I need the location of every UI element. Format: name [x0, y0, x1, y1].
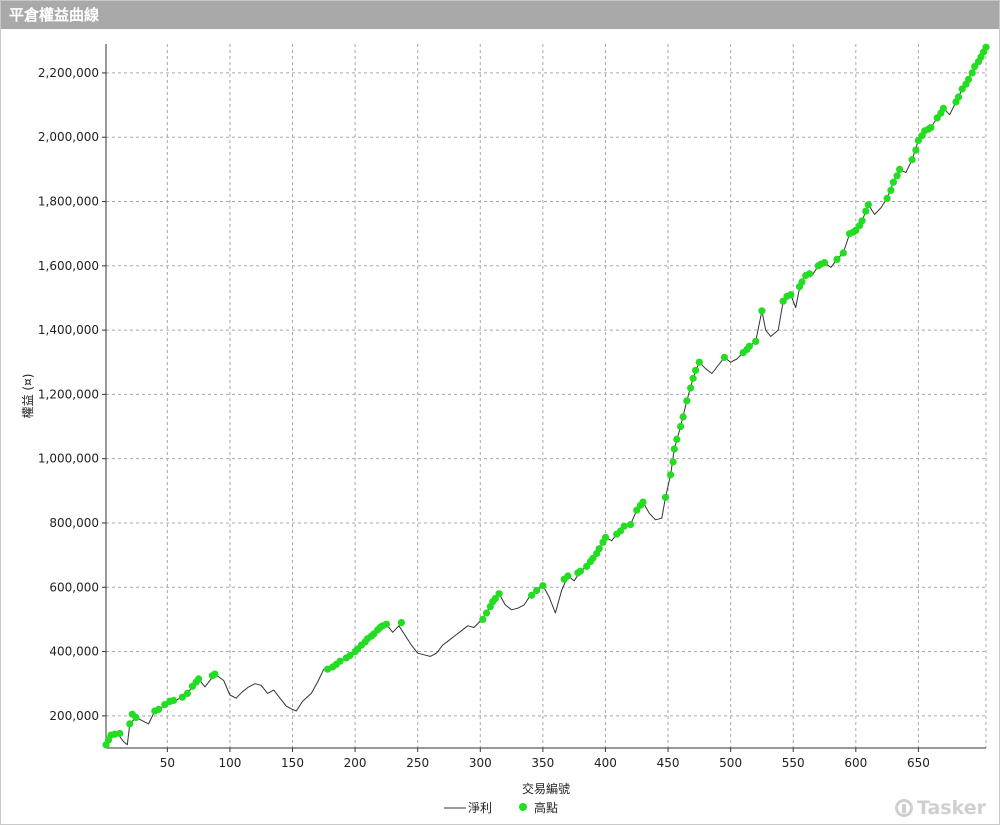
high-point-marker: [126, 720, 134, 728]
high-point-marker: [132, 713, 140, 722]
high-point-marker: [893, 172, 901, 180]
y-tick-label: 600,000: [49, 580, 99, 594]
high-point-marker: [661, 493, 670, 501]
high-point-marker: [820, 259, 829, 267]
high-point-marker: [670, 445, 678, 453]
high-point-marker: [695, 358, 703, 366]
high-point-marker: [679, 413, 687, 421]
high-point-marker: [626, 521, 635, 529]
high-point-marker: [155, 705, 163, 714]
x-tick-label: 600: [844, 756, 867, 770]
x-tick-label: 550: [782, 756, 805, 770]
high-point-marker: [896, 165, 904, 173]
high-point-marker: [862, 207, 870, 215]
grid: [106, 44, 987, 748]
high-point-marker: [170, 696, 178, 705]
high-point-marker: [595, 545, 603, 553]
high-point-marker: [745, 342, 754, 350]
plot-area: [106, 44, 986, 748]
high-point-marker: [673, 435, 681, 443]
high-point-marker: [752, 337, 760, 345]
high-point-marker: [564, 572, 572, 580]
high-point-marker: [620, 522, 628, 530]
high-point-marker: [964, 75, 973, 83]
high-point-marker: [787, 291, 795, 299]
high-point-marker: [639, 498, 647, 506]
high-point-marker: [912, 146, 920, 154]
x-axis-label: 交易編號: [522, 781, 570, 796]
y-tick-label: 1,600,000: [38, 259, 99, 273]
high-point-marker: [982, 43, 990, 51]
x-tick-label: 150: [281, 756, 304, 770]
high-point-marker: [601, 533, 610, 542]
y-tick-label: 200,000: [49, 709, 99, 723]
high-point-marker: [183, 689, 191, 698]
x-tick-label: 250: [406, 756, 429, 770]
y-tick-label: 1,400,000: [38, 323, 99, 337]
high-point-marker: [954, 93, 963, 101]
x-tick-label: 350: [531, 756, 554, 770]
high-point-marker: [677, 422, 685, 431]
high-point-marker: [833, 255, 841, 263]
y-tick-label: 2,000,000: [38, 130, 99, 144]
high-point-marker: [839, 249, 847, 257]
tasker-logo-icon: [894, 799, 913, 817]
y-tick-label: 1,000,000: [38, 452, 99, 466]
x-tick-label: 500: [719, 756, 742, 770]
high-point-marker: [211, 670, 219, 678]
legend-dot-swatch: [519, 803, 527, 811]
high-point-marker: [382, 620, 390, 628]
watermark-text: Tasker: [916, 797, 986, 819]
high-point-marker: [968, 69, 976, 77]
high-point-marker: [116, 729, 124, 738]
high-point-marker: [887, 186, 895, 194]
high-point-marker: [758, 307, 766, 315]
x-tick-label: 450: [657, 756, 680, 770]
high-point-marker: [539, 582, 547, 590]
high-point-marker: [479, 615, 487, 624]
high-point-marker: [889, 178, 898, 186]
high-point-marker: [683, 397, 691, 405]
high-point-marker: [495, 590, 503, 598]
x-tick-label: 200: [344, 756, 367, 770]
legend: 淨利 高點: [444, 800, 558, 815]
x-tick-label: 50: [160, 756, 175, 770]
high-point-marker: [692, 366, 700, 374]
x-tick-label: 300: [469, 756, 492, 770]
high-point-marker: [927, 124, 935, 132]
high-point-marker: [908, 156, 916, 164]
y-tick-label: 800,000: [49, 516, 99, 530]
tasker-watermark: Tasker: [894, 797, 986, 819]
high-point-marker: [667, 471, 675, 479]
high-point-marker: [687, 384, 695, 392]
high-point-marker: [798, 278, 806, 286]
y-tick-label: 400,000: [49, 645, 99, 659]
x-tick-label: 650: [907, 756, 930, 770]
equity-curve-chart: 50 100 150 200 250 300 350 400 450 500 550 600 650 20…: [21, 43, 990, 815]
high-point-marker: [669, 458, 677, 466]
high-point-marker: [195, 675, 203, 683]
high-point-marker: [939, 104, 948, 112]
x-tick-label: 100: [218, 756, 241, 770]
high-point-marker: [576, 567, 585, 575]
high-point-marker: [864, 201, 872, 209]
high-point-marker: [336, 657, 344, 665]
high-point-marker: [805, 270, 814, 278]
y-tick-label: 1,800,000: [38, 195, 99, 209]
high-point-marker: [858, 217, 866, 225]
y-tick-label: 1,200,000: [38, 387, 99, 401]
legend-label-net-profit: 淨利: [468, 801, 492, 815]
high-point-marker: [720, 353, 729, 361]
high-point-marker: [883, 194, 891, 202]
x-tick-label: 400: [594, 756, 617, 770]
high-point-marker: [533, 586, 541, 595]
y-tick-label: 2,200,000: [38, 66, 99, 80]
legend-label-highs: 高點: [534, 800, 558, 815]
y-axis-label: 權益 (¤): [21, 374, 35, 419]
high-point-marker: [397, 619, 405, 627]
high-point-marker: [689, 374, 697, 382]
high-point-marker: [482, 609, 491, 617]
